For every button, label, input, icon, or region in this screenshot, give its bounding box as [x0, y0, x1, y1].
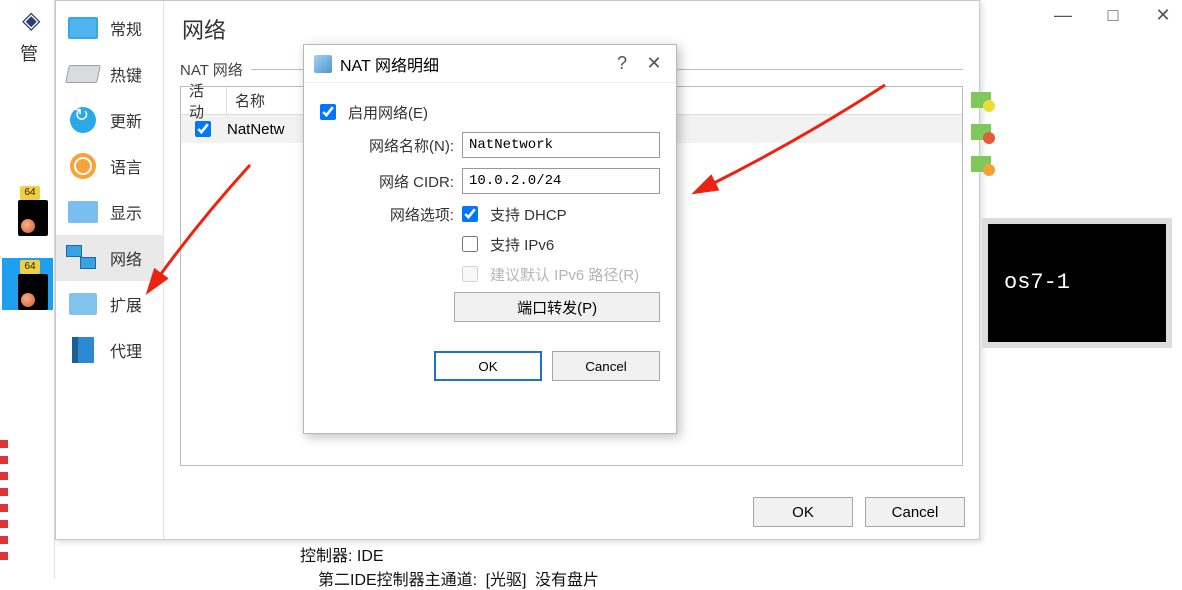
ipv6-route-label: 建议默认 IPv6 路径(R) [490, 264, 639, 285]
virtualbox-logo-icon: ◈ [22, 6, 40, 35]
globe-icon [70, 153, 96, 179]
storage-info: 控制器: IDE 第二IDE控制器主通道: [光驱] 没有盘片 [300, 542, 599, 590]
row-active-checkbox[interactable] [195, 121, 211, 137]
minimize-button[interactable]: — [1050, 4, 1076, 26]
network-edit-icon [971, 156, 991, 172]
add-nat-button[interactable] [966, 87, 996, 113]
extensions-icon [69, 293, 97, 315]
fieldset-label: NAT 网络 [180, 59, 243, 80]
dhcp-label: 支持 DHCP [490, 204, 567, 225]
manager-label: 管 [20, 40, 38, 66]
ide-channel-label: 第二IDE控制器主通道: [318, 572, 477, 589]
nat-ok-button[interactable]: OK [434, 351, 542, 381]
enable-network-label: 启用网络(E) [348, 102, 428, 123]
vm-badge-64: 64 [20, 186, 40, 200]
controller-label: 控制器: IDE [300, 542, 599, 566]
settings-cancel-button[interactable]: Cancel [865, 497, 965, 527]
nat-detail-dialog: NAT 网络明细 ? ✕ 启用网络(E) 网络名称(N): 网络 CIDR: 网… [303, 44, 677, 434]
vm-thumb-2[interactable] [18, 274, 48, 310]
ipv6-checkbox[interactable] [462, 236, 478, 252]
ipv6-label: 支持 IPv6 [490, 234, 554, 255]
remove-nat-button[interactable] [966, 119, 996, 145]
manager-rail: ◈ 管 64 64 [0, 0, 55, 579]
network-name-input[interactable] [462, 132, 660, 158]
sidebar-item-general[interactable]: 常规 [56, 5, 163, 51]
vm-badge-64-sel: 64 [20, 260, 40, 274]
nodisk-label: 没有盘片 [535, 572, 599, 589]
row-name: NatNetw [225, 121, 285, 138]
col-active[interactable]: 活动 [181, 87, 227, 114]
ipv6-route-checkbox [462, 266, 478, 282]
enable-network-checkbox[interactable] [320, 104, 336, 120]
refresh-icon [70, 107, 96, 133]
sidebar-item-label: 更新 [110, 108, 142, 132]
close-button[interactable]: ✕ [1150, 4, 1176, 26]
dialog-titlebar[interactable]: NAT 网络明细 ? ✕ [304, 45, 676, 83]
vm-preview-name: os7-1 [1004, 270, 1070, 295]
sidebar-item-input[interactable]: 热键 [56, 51, 163, 97]
settings-sidebar: 常规 热键 更新 语言 显示 网络 扩展 代理 [56, 1, 164, 539]
monitor-icon [68, 17, 98, 39]
network-options-label: 网络选项: [320, 204, 454, 225]
help-button[interactable]: ? [610, 53, 634, 74]
sidebar-item-proxy[interactable]: 代理 [56, 327, 163, 373]
display-icon [68, 201, 98, 223]
sidebar-item-update[interactable]: 更新 [56, 97, 163, 143]
network-icon [66, 245, 100, 271]
decoration-strip [0, 440, 8, 560]
port-forwarding-button[interactable]: 端口转发(P) [454, 292, 660, 322]
nat-cancel-button[interactable]: Cancel [552, 351, 660, 381]
optical-tag: [光驱] [486, 572, 527, 589]
edit-nat-button[interactable] [966, 151, 996, 177]
sidebar-item-extensions[interactable]: 扩展 [56, 281, 163, 327]
network-cidr-label: 网络 CIDR: [320, 171, 454, 192]
sidebar-item-label: 常规 [110, 16, 142, 40]
vm-preview: os7-1 [982, 218, 1172, 348]
sidebar-item-label: 网络 [110, 246, 142, 270]
proxy-icon [72, 337, 94, 363]
dhcp-checkbox[interactable] [462, 206, 478, 222]
nat-icon [314, 55, 332, 73]
keyboard-icon [65, 65, 101, 83]
maximize-button[interactable]: □ [1100, 4, 1126, 26]
sidebar-item-display[interactable]: 显示 [56, 189, 163, 235]
network-name-label: 网络名称(N): [320, 135, 454, 156]
list-tools [966, 87, 998, 183]
sidebar-item-label: 代理 [110, 338, 142, 362]
sidebar-item-label: 热键 [110, 62, 142, 86]
network-cidr-input[interactable] [462, 168, 660, 194]
sidebar-item-label: 语言 [110, 154, 142, 178]
vm-thumb-1[interactable] [18, 200, 48, 236]
sidebar-item-label: 显示 [110, 200, 142, 224]
dialog-title: NAT 网络明细 [340, 52, 602, 76]
network-remove-icon [971, 124, 991, 140]
network-add-icon [971, 92, 991, 108]
section-title: 网络 [182, 13, 963, 45]
settings-ok-button[interactable]: OK [753, 497, 853, 527]
sidebar-item-network[interactable]: 网络 [56, 235, 163, 281]
dialog-close-button[interactable]: ✕ [642, 53, 666, 74]
sidebar-item-label: 扩展 [110, 292, 142, 316]
sidebar-item-language[interactable]: 语言 [56, 143, 163, 189]
